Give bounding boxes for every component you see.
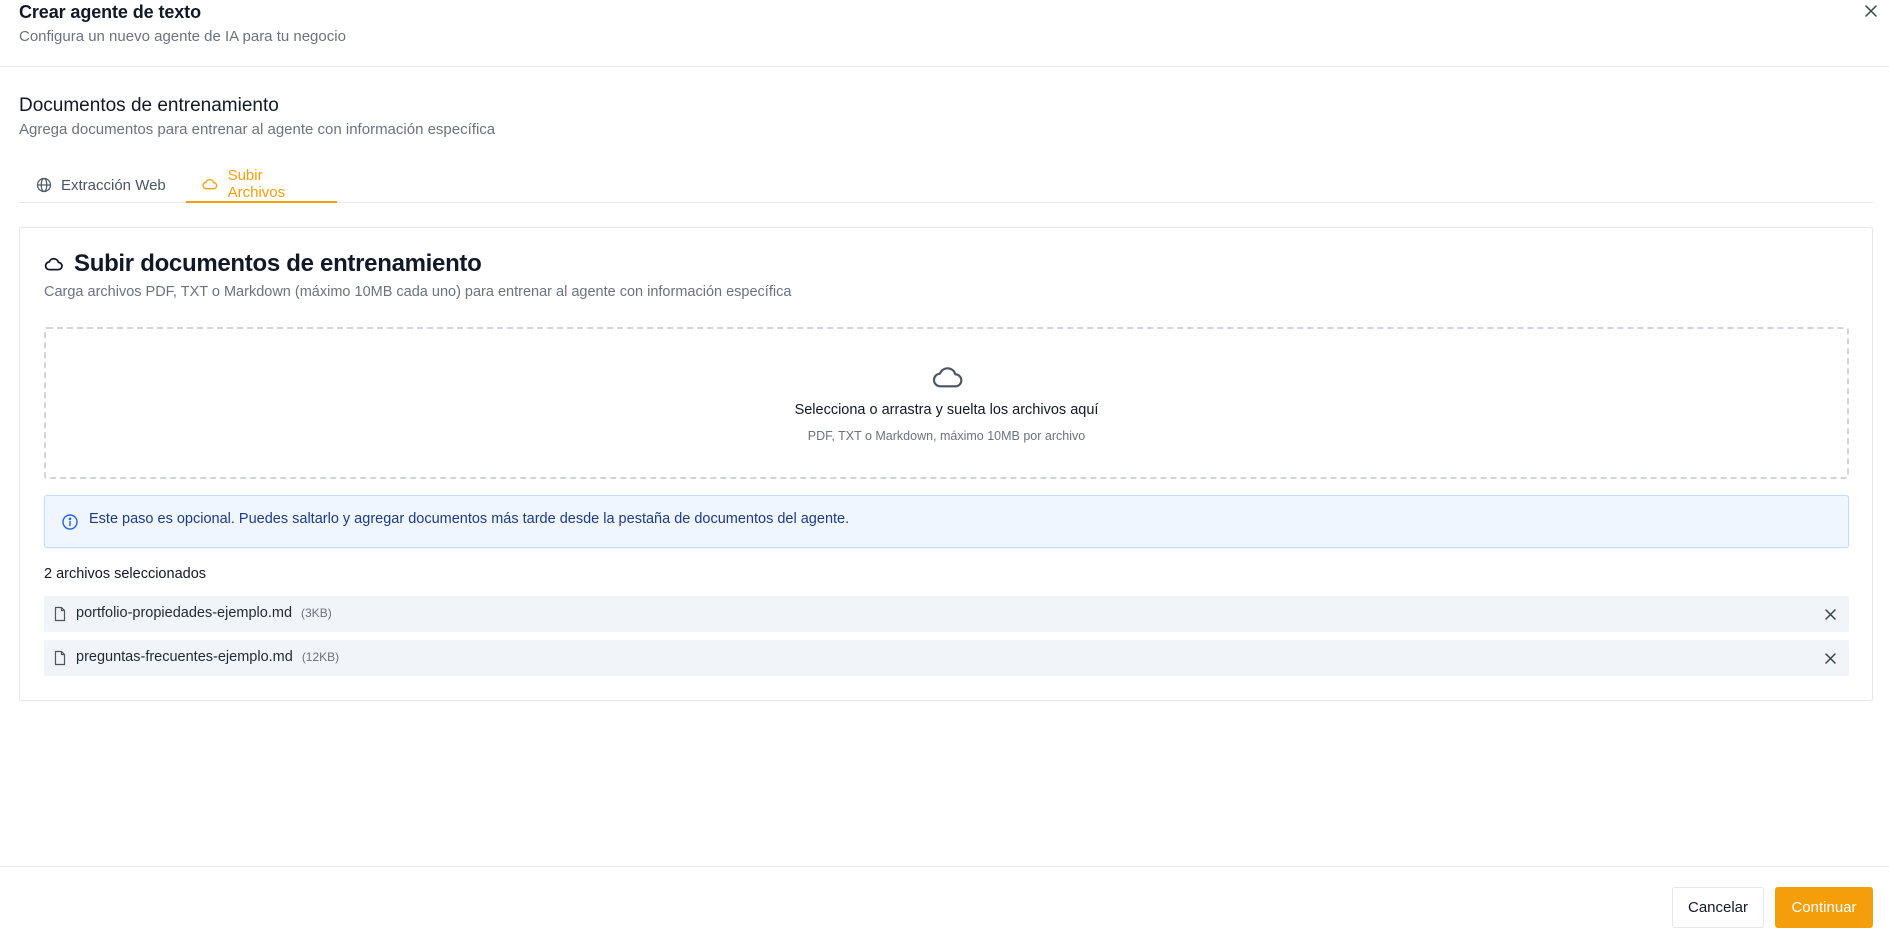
modal-subtitle: Configura un nuevo agente de IA para tu … (19, 28, 346, 45)
dropzone-sub-text: PDF, TXT o Markdown, máximo 10MB por arc… (807, 429, 1086, 443)
close-icon (1824, 608, 1836, 620)
file-list-item: preguntas-frecuentes-ejemplo.md (12KB) (44, 640, 1849, 676)
tab-label: Subir Archivos (227, 167, 286, 201)
card-title-text: Subir documentos de entrenamiento (74, 250, 482, 277)
file-dropzone[interactable]: Selecciona o arrastra y suelta los archi… (44, 327, 1849, 479)
modal-footer: Cancelar Continuar (0, 866, 1889, 932)
section-description: Agrega documentos para entrenar al agent… (19, 121, 496, 138)
info-text: Este paso es opcional. Puedes saltarlo y… (89, 511, 850, 527)
modal-header: Crear agente de texto Configura un nuevo… (0, 0, 1889, 67)
info-alert: Este paso es opcional. Puedes saltarlo y… (44, 495, 1849, 548)
tab-label: Extracción Web (61, 176, 166, 194)
section-title: Documentos de entrenamiento (19, 95, 279, 116)
file-name-text: preguntas-frecuentes-ejemplo.md (76, 649, 293, 665)
remove-file-button[interactable] (1820, 604, 1840, 624)
file-name: preguntas-frecuentes-ejemplo.md (12KB) (76, 649, 339, 665)
files-count: 2 archivos seleccionados (44, 566, 207, 582)
file-icon (54, 606, 66, 622)
tab-bar: Extracción Web Subir Archivos (19, 167, 1873, 203)
remove-file-button[interactable] (1820, 648, 1840, 668)
tab-upload-files[interactable]: Subir Archivos (186, 167, 337, 203)
upload-card: Subir documentos de entrenamiento Carga … (19, 227, 1873, 701)
dropzone-main-text: Selecciona o arrastra y suelta los archi… (794, 402, 1099, 418)
file-size: (12KB) (301, 650, 340, 664)
globe-icon (35, 177, 52, 194)
continue-button[interactable]: Continuar (1775, 887, 1873, 928)
file-name: portfolio-propiedades-ejemplo.md (3KB) (76, 605, 332, 621)
file-icon (54, 650, 66, 666)
tab-web-extraction[interactable]: Extracción Web (19, 167, 186, 203)
info-icon (62, 514, 78, 530)
card-title: Subir documentos de entrenamiento (44, 250, 482, 278)
modal-title: Crear agente de texto (19, 2, 201, 22)
cloud-icon (202, 176, 219, 193)
cloud-icon (932, 367, 963, 388)
close-icon (1824, 652, 1836, 664)
close-icon (1865, 5, 1877, 17)
file-list-item: portfolio-propiedades-ejemplo.md (3KB) (44, 596, 1849, 632)
card-description: Carga archivos PDF, TXT o Markdown (máxi… (44, 284, 792, 300)
cloud-icon (44, 257, 63, 271)
file-name-text: portfolio-propiedades-ejemplo.md (76, 605, 293, 621)
cancel-button[interactable]: Cancelar (1672, 887, 1764, 928)
file-size: (3KB) (301, 606, 332, 620)
close-button[interactable] (1860, 1, 1882, 21)
